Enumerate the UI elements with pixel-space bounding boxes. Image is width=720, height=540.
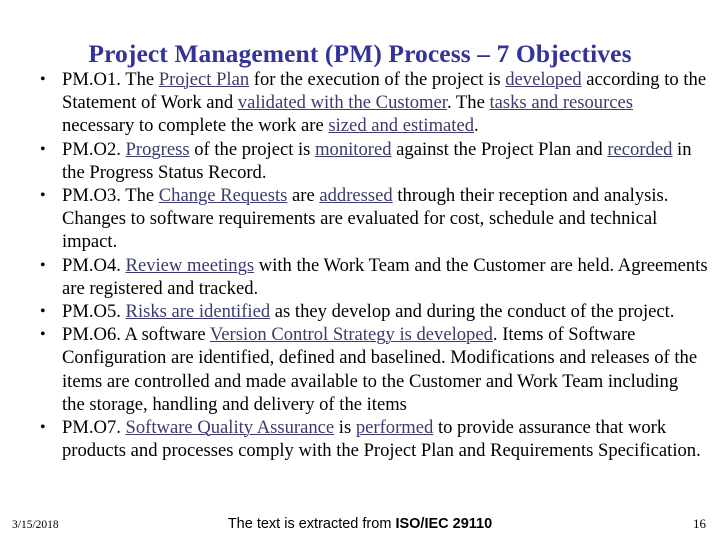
emphasis-run: sized and estimated bbox=[328, 115, 475, 137]
bullet-text-pm-o1: PM.O1. The Project Plan for the executio… bbox=[62, 69, 706, 136]
emphasis-run: Progress bbox=[125, 138, 190, 160]
emphasis-run: tasks and resources bbox=[489, 92, 634, 114]
objectives-bullet-list: • PM.O1. The Project Plan for the executi… bbox=[30, 68, 708, 462]
emphasis-run: Review meetings bbox=[125, 254, 255, 276]
bullet-marker-icon: • bbox=[40, 187, 46, 205]
bullet-item-pm-o6: • PM.O6. A software Version Control Strat… bbox=[30, 323, 708, 416]
page-title: Project Management (PM) Process – 7 Obje… bbox=[88, 39, 632, 69]
text-run: PM.O1. The bbox=[62, 69, 159, 90]
emphasis-run: validated with the Customer bbox=[237, 92, 447, 114]
emphasis-run: monitored bbox=[315, 138, 392, 160]
text-run: . The bbox=[446, 92, 490, 114]
emphasis-run: Change Requests bbox=[158, 185, 288, 207]
bullet-text-pm-o4: PM.O4. Review meetings with the Work Tea… bbox=[62, 255, 708, 299]
bullet-text-pm-o2: PM.O2. Progress of the project is monito… bbox=[62, 139, 692, 183]
footer-note-standard: ISO/IEC 29110 bbox=[395, 516, 493, 532]
emphasis-run: performed bbox=[355, 417, 434, 439]
bullet-marker-icon: • bbox=[40, 303, 46, 321]
emphasis-run: Version Control Strategy is developed bbox=[209, 324, 493, 346]
text-run: as they develop and during the conduct o… bbox=[270, 301, 675, 323]
text-run: are bbox=[287, 185, 320, 207]
text-run: PM.O5. bbox=[62, 301, 126, 323]
footer-note-prefix: The text is extracted from bbox=[227, 516, 396, 532]
text-run: PM.O4. bbox=[62, 254, 126, 276]
bullet-marker-icon: • bbox=[40, 256, 46, 274]
bullet-item-pm-o2: • PM.O2. Progress of the project is monit… bbox=[30, 138, 708, 184]
bullet-item-pm-o4: • PM.O4. Review meetings with the Work Te… bbox=[30, 254, 708, 300]
emphasis-run: Software Quality Assurance bbox=[125, 417, 335, 439]
footer-source-note: The text is extracted from ISO/IEC 29110 bbox=[0, 516, 720, 533]
emphasis-run: addressed bbox=[319, 185, 393, 207]
bullet-item-pm-o7: • PM.O7. Software Quality Assurance is pe… bbox=[30, 416, 708, 462]
emphasis-run: Project Plan bbox=[158, 69, 250, 90]
slide-canvas: Project Management (PM) Process – 7 Obje… bbox=[0, 0, 720, 540]
bullet-text-pm-o3: PM.O3. The Change Requests are addressed… bbox=[62, 185, 668, 252]
text-run: PM.O7. bbox=[62, 417, 126, 439]
emphasis-run: developed bbox=[505, 69, 582, 90]
text-run: PM.O3. The bbox=[62, 185, 159, 207]
bullet-item-pm-o1: • PM.O1. The Project Plan for the executi… bbox=[30, 68, 708, 138]
bullet-text-pm-o5: PM.O5. Risks are identified as they deve… bbox=[62, 301, 674, 322]
bullet-marker-icon: • bbox=[40, 71, 46, 88]
bullet-marker-icon: • bbox=[40, 419, 46, 437]
text-run: of the project is bbox=[189, 138, 316, 160]
text-run: for the execution of the project is bbox=[249, 69, 506, 90]
emphasis-run: recorded bbox=[607, 138, 673, 160]
bullet-text-pm-o7: PM.O7. Software Quality Assurance is per… bbox=[62, 417, 701, 461]
text-run: is bbox=[334, 417, 356, 439]
text-run: necessary to complete the work are bbox=[62, 115, 329, 137]
text-run: PM.O6. A software bbox=[62, 324, 210, 346]
text-run: against the Project Plan and bbox=[391, 138, 608, 160]
slide-number: 16 bbox=[693, 516, 706, 531]
text-run: . bbox=[474, 115, 479, 137]
emphasis-run: Risks are identified bbox=[125, 301, 271, 323]
text-run: PM.O2. bbox=[62, 138, 126, 160]
bullet-marker-icon: • bbox=[40, 326, 46, 344]
bullet-marker-icon: • bbox=[40, 140, 46, 158]
bullet-item-pm-o5: • PM.O5. Risks are identified as they dev… bbox=[30, 300, 708, 323]
bullet-text-pm-o6: PM.O6. A software Version Control Strate… bbox=[62, 324, 702, 415]
bullet-item-pm-o3: • PM.O3. The Change Requests are addresse… bbox=[30, 184, 708, 254]
